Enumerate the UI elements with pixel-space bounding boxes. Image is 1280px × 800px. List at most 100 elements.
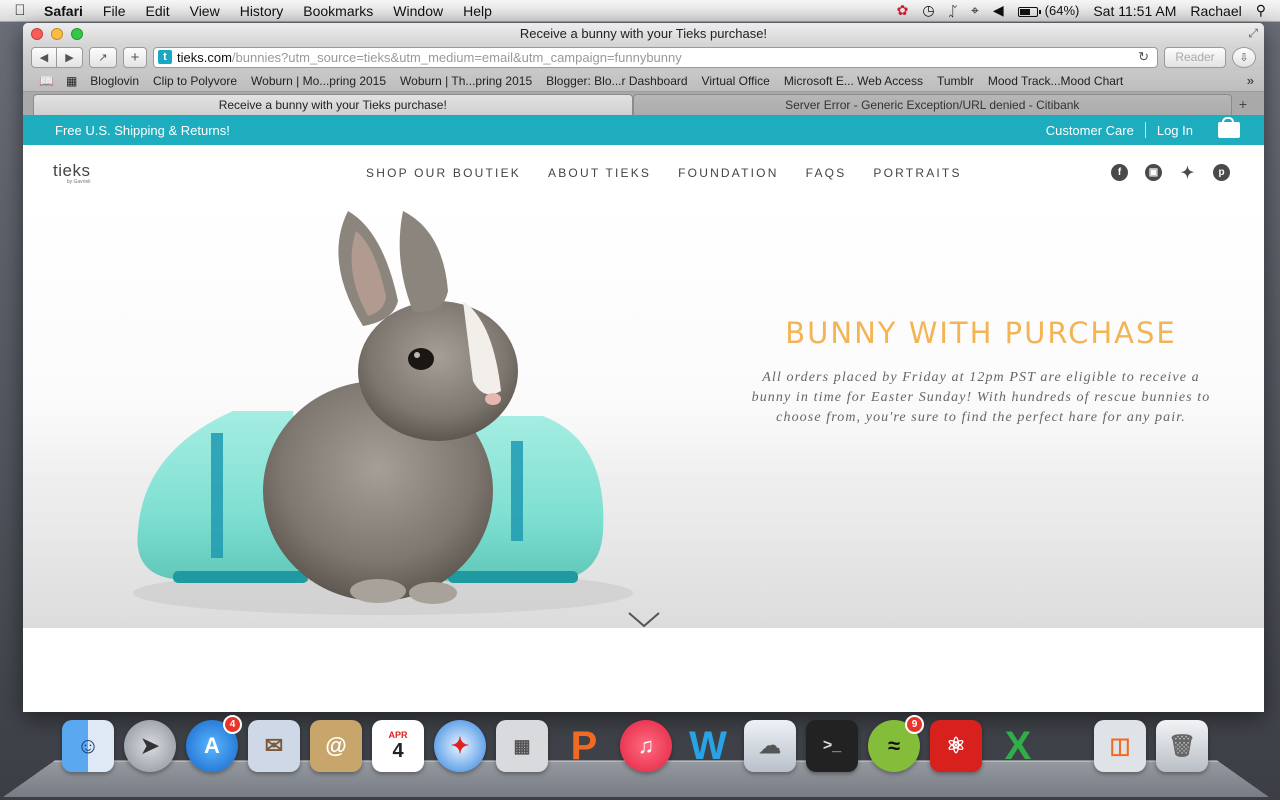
bookmark-item[interactable]: Mood Track...Mood Chart <box>981 74 1130 88</box>
menu-history[interactable]: History <box>230 3 294 19</box>
apple-menu-icon[interactable]:  <box>0 2 40 19</box>
menu-edit[interactable]: Edit <box>135 3 179 19</box>
customer-care-link[interactable]: Customer Care <box>1035 123 1145 138</box>
user-name[interactable]: Rachael <box>1183 3 1248 19</box>
account-links: Customer Care Log In <box>1035 122 1240 138</box>
share-button[interactable]: ↗ <box>89 47 117 68</box>
bookmark-item[interactable]: Woburn | Th...pring 2015 <box>393 74 539 88</box>
acrobat-icon[interactable]: ⚛ <box>930 720 982 772</box>
menu-file[interactable]: File <box>93 3 136 19</box>
menu-bar:  Safari File Edit View History Bookmark… <box>0 0 1280 22</box>
reload-icon[interactable]: ↻ <box>1130 49 1157 65</box>
window-title: Receive a bunny with your Tieks purchase… <box>23 26 1264 41</box>
minimize-button[interactable] <box>51 28 63 40</box>
url-host: tieks.com <box>177 50 232 65</box>
terminal-icon[interactable]: >_ <box>806 720 858 772</box>
bookmark-item[interactable]: Tumblr <box>930 74 981 88</box>
nav-foundation[interactable]: FOUNDATION <box>678 166 805 180</box>
logo-word: tieks <box>53 161 90 180</box>
menu-window[interactable]: Window <box>383 3 453 19</box>
mail-icon[interactable]: ✉ <box>248 720 300 772</box>
forward-arrow-icon: ▶ <box>65 51 73 64</box>
menu-help[interactable]: Help <box>453 3 502 19</box>
zoom-button[interactable] <box>71 28 83 40</box>
hero-title: BUNNY WITH PURCHASE <box>751 316 1211 350</box>
tieks-logo[interactable]: tieks by Gavrieli <box>53 161 90 185</box>
bookmark-item[interactable]: Clip to Polyvore <box>146 74 244 88</box>
launchpad-icon[interactable]: ➤ <box>124 720 176 772</box>
safari-icon[interactable]: ✦ <box>434 720 486 772</box>
close-button[interactable] <box>31 28 43 40</box>
plus-icon: + <box>131 49 140 66</box>
social-links: f ▣ ✦ p <box>1111 164 1230 181</box>
clock[interactable]: Sat 11:51 AM <box>1086 3 1183 19</box>
contacts-icon[interactable]: @ <box>310 720 362 772</box>
nav-portraits[interactable]: PORTRAITS <box>873 166 988 180</box>
twitter-icon[interactable]: ✦ <box>1179 164 1196 181</box>
itunes-icon[interactable]: ♫ <box>620 720 672 772</box>
url-path: /bunnies?utm_source=tieks&utm_medium=ema… <box>232 50 682 65</box>
nav-faqs[interactable]: FAQS <box>806 166 874 180</box>
bookmark-item[interactable]: Virtual Office <box>695 74 777 88</box>
spotify-icon[interactable]: ≈ 9 <box>868 720 920 772</box>
time-machine-icon[interactable]: ◷ <box>915 2 941 19</box>
nav-about[interactable]: ABOUT TIEKS <box>548 166 678 180</box>
menu-extras: ✿ ◷ ᛢ ⌖ ◀ (64%) Sat 11:51 AM Rachael ⚲ <box>890 0 1280 22</box>
hero-body: All orders placed by Friday at 12pm PST … <box>751 368 1211 428</box>
word-icon[interactable]: W <box>682 720 734 772</box>
bookmarks-bar: 📖 ▦ Bloglovin Clip to Polyvore Woburn | … <box>23 70 1264 92</box>
site-favicon-icon: t <box>158 50 172 64</box>
share-icon: ↗ <box>98 51 107 64</box>
menu-bookmarks[interactable]: Bookmarks <box>293 3 383 19</box>
nav-shop[interactable]: SHOP OUR BOUTIEK <box>366 166 548 180</box>
site-nav: tieks by Gavrieli SHOP OUR BOUTIEK ABOUT… <box>23 145 1264 201</box>
tab-citibank[interactable]: Server Error - Generic Exception/URL den… <box>633 94 1233 115</box>
reader-button[interactable]: Reader <box>1164 47 1226 68</box>
trash-icon[interactable]: 🗑 <box>1156 720 1208 772</box>
wifi-icon[interactable]: ⌖ <box>964 2 986 19</box>
back-button[interactable]: ◀ <box>31 47 57 68</box>
menu-app-safari[interactable]: Safari <box>40 3 93 19</box>
excel-icon[interactable]: X <box>992 720 1044 772</box>
calendar-icon[interactable]: APR 4 <box>372 720 424 772</box>
address-bar[interactable]: t tieks.com /bunnies?utm_source=tieks&ut… <box>153 47 1158 68</box>
stack-folder-icon[interactable]: ◫ <box>1094 720 1146 772</box>
reading-list-icon[interactable]: 📖 <box>33 74 60 88</box>
bookmark-item[interactable]: Woburn | Mo...pring 2015 <box>244 74 393 88</box>
calculator-icon[interactable]: ▦ <box>496 720 548 772</box>
shipping-promo[interactable]: Free U.S. Shipping & Returns! <box>55 123 230 138</box>
forward-button[interactable]: ▶ <box>57 47 83 68</box>
back-arrow-icon: ◀ <box>40 51 48 64</box>
bookmark-item[interactable]: Microsoft E... Web Access <box>777 74 930 88</box>
more-bookmarks-icon[interactable]: » <box>1247 73 1254 88</box>
status-app-icon[interactable]: ✿ <box>890 2 916 19</box>
bookmark-item[interactable]: Bloglovin <box>83 74 146 88</box>
spotlight-search-icon[interactable]: ⚲ <box>1249 2 1280 19</box>
title-bar: Receive a bunny with your Tieks purchase… <box>23 23 1264 44</box>
finder-icon[interactable]: ☺ <box>62 720 114 772</box>
network-app-icon[interactable]: ☁ <box>744 720 796 772</box>
spotify-badge: 9 <box>905 715 924 734</box>
tab-tieks[interactable]: Receive a bunny with your Tieks purchase… <box>33 94 633 115</box>
downloads-button[interactable]: ⇩ <box>1232 47 1256 68</box>
chevron-down-icon[interactable] <box>627 611 661 628</box>
shopping-bag-icon[interactable] <box>1218 122 1240 138</box>
top-sites-icon[interactable]: ▦ <box>60 74 83 88</box>
volume-icon[interactable]: ◀ <box>986 2 1011 19</box>
facebook-icon[interactable]: f <box>1111 164 1128 181</box>
app-store-icon[interactable]: A 4 <box>186 720 238 772</box>
instagram-icon[interactable]: ▣ <box>1145 164 1162 181</box>
new-tab-button[interactable]: + <box>1232 96 1254 112</box>
login-link[interactable]: Log In <box>1146 123 1204 138</box>
menu-view[interactable]: View <box>180 3 230 19</box>
powerpoint-icon[interactable]: P <box>558 720 610 772</box>
dock: ☺ ➤ A 4 ✉ @ APR 4 ✦ ▦ P ♫ W ☁ >_ ≈ 9 ⚛ X… <box>30 712 1242 800</box>
pinterest-icon[interactable]: p <box>1213 164 1230 181</box>
battery-icon[interactable] <box>1011 3 1045 19</box>
battery-percent[interactable]: (64%) <box>1045 3 1087 18</box>
bluetooth-icon[interactable]: ᛢ <box>942 3 964 19</box>
fullscreen-icon[interactable]: ⤢ <box>1248 26 1258 41</box>
bookmark-item[interactable]: Blogger: Blo...r Dashboard <box>539 74 694 88</box>
main-nav: SHOP OUR BOUTIEK ABOUT TIEKS FOUNDATION … <box>366 166 989 180</box>
add-bookmark-button[interactable]: + <box>123 47 147 68</box>
